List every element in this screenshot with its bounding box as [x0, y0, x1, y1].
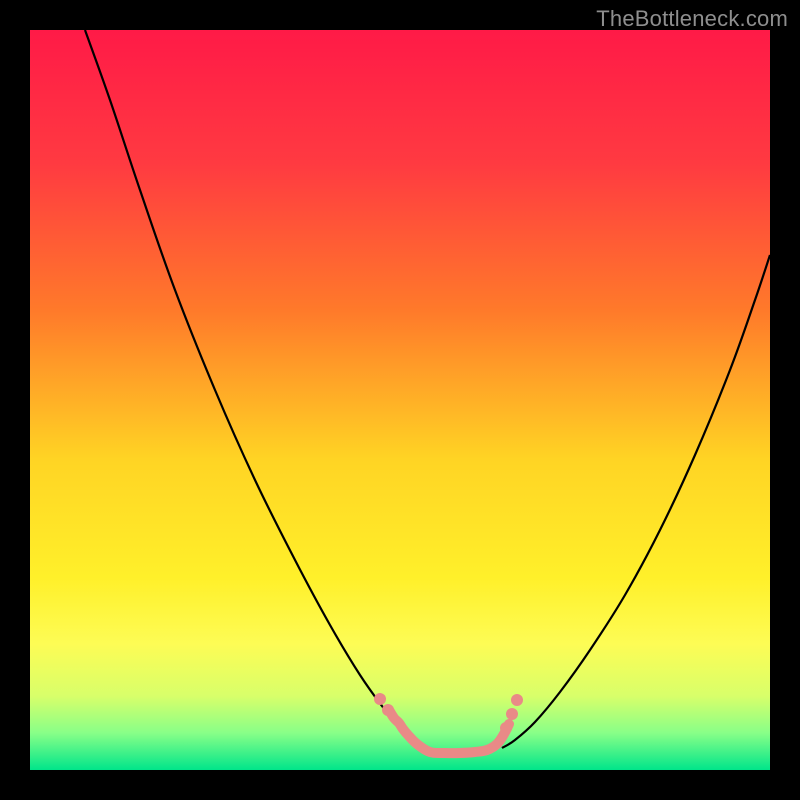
- chart-canvas: [30, 30, 770, 770]
- left-tick-dot-1: [374, 693, 386, 705]
- chart-frame: TheBottleneck.com: [0, 0, 800, 800]
- right-tick-dot-2: [506, 708, 518, 720]
- left-tick-dot-2: [382, 704, 394, 716]
- watermark-text: TheBottleneck.com: [596, 6, 788, 32]
- right-tick-dot-1: [500, 722, 512, 734]
- plot-area: [30, 30, 770, 770]
- gradient-background: [30, 30, 770, 770]
- right-tick-dot-3: [511, 694, 523, 706]
